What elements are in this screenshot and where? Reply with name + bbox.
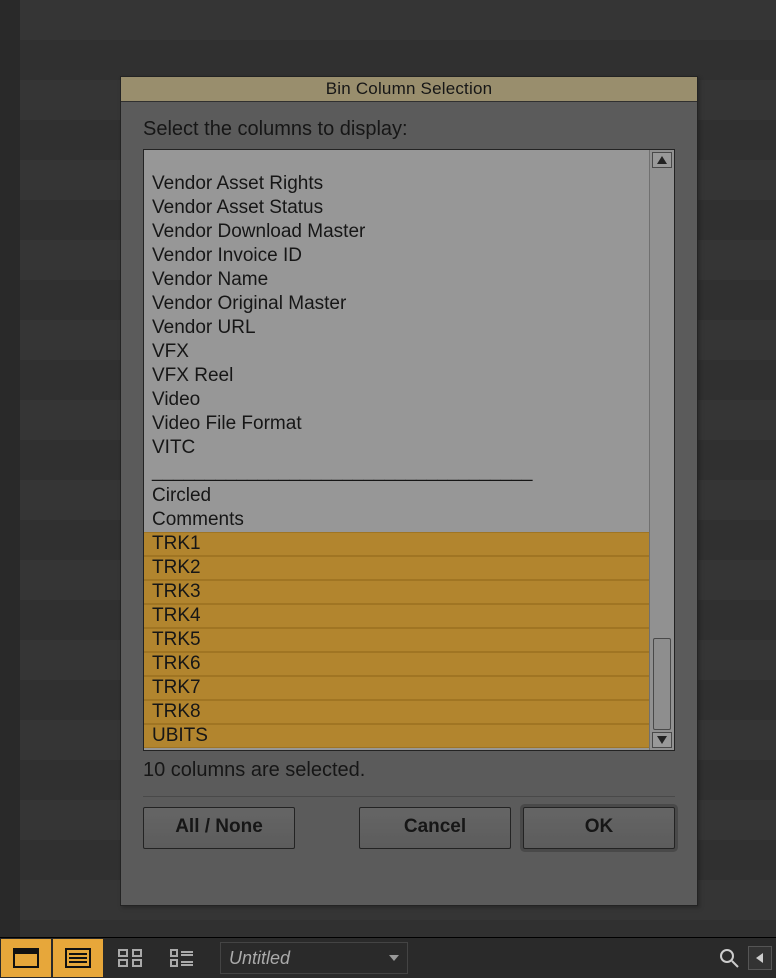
all-none-button[interactable]: All / None <box>143 807 295 849</box>
list-item[interactable]: Circled <box>144 484 649 508</box>
layout-menu-label: Untitled <box>229 948 290 969</box>
divider <box>143 796 675 797</box>
scroll-down-button[interactable] <box>652 732 672 748</box>
dialog-title: Bin Column Selection <box>121 77 697 102</box>
list-item[interactable]: TRK2 <box>144 556 649 580</box>
collapse-button[interactable] <box>748 946 772 970</box>
scrollbar[interactable] <box>649 150 674 750</box>
list-item[interactable]: Video <box>144 388 649 412</box>
list-item[interactable]: VITC <box>144 436 649 460</box>
list-item[interactable]: TRK3 <box>144 580 649 604</box>
list-item[interactable]: ____________________________________ <box>144 460 649 484</box>
view-mode-grid-text-button[interactable] <box>157 939 207 977</box>
list-item[interactable]: VFX <box>144 340 649 364</box>
scroll-up-button[interactable] <box>652 152 672 168</box>
view-mode-grid-button[interactable] <box>105 939 155 977</box>
dialog-prompt: Select the columns to display: <box>143 118 675 141</box>
list-item[interactable]: TRK8 <box>144 700 649 724</box>
list-item[interactable]: TRK5 <box>144 628 649 652</box>
scroll-track[interactable] <box>653 170 671 730</box>
view-mode-frame-button[interactable] <box>1 939 51 977</box>
list-item[interactable]: Vendor Download Master <box>144 220 649 244</box>
app-footer: Untitled <box>0 937 776 978</box>
list-item[interactable]: TRK7 <box>144 676 649 700</box>
search-button[interactable] <box>714 943 744 973</box>
list-item[interactable]: Vendor Invoice ID <box>144 244 649 268</box>
list-item[interactable]: TRK6 <box>144 652 649 676</box>
view-mode-text-button[interactable] <box>53 939 103 977</box>
list-item[interactable]: VFX Reel <box>144 364 649 388</box>
cancel-button[interactable]: Cancel <box>359 807 511 849</box>
list-item[interactable]: Vendor Asset Rights <box>144 172 649 196</box>
list-item[interactable]: TRK4 <box>144 604 649 628</box>
list-item[interactable]: Vendor Name <box>144 268 649 292</box>
list-item[interactable]: Vendor Original Master <box>144 292 649 316</box>
list-item[interactable]: UBITS <box>144 724 649 748</box>
list-item[interactable]: Vendor Asset Status <box>144 196 649 220</box>
selection-status: 10 columns are selected. <box>143 759 675 782</box>
list-item[interactable]: TRK1 <box>144 532 649 556</box>
chevron-down-icon <box>389 955 399 961</box>
scroll-thumb[interactable] <box>653 638 671 730</box>
list-item[interactable]: Video File Format <box>144 412 649 436</box>
list-item[interactable]: Comments <box>144 508 649 532</box>
column-list: Vendor Asset RightsVendor Asset StatusVe… <box>143 149 675 751</box>
ok-button[interactable]: OK <box>523 807 675 849</box>
list-item[interactable]: Vendor URL <box>144 316 649 340</box>
layout-menu[interactable]: Untitled <box>220 942 408 974</box>
bin-column-selection-dialog: Bin Column Selection Select the columns … <box>120 76 698 906</box>
